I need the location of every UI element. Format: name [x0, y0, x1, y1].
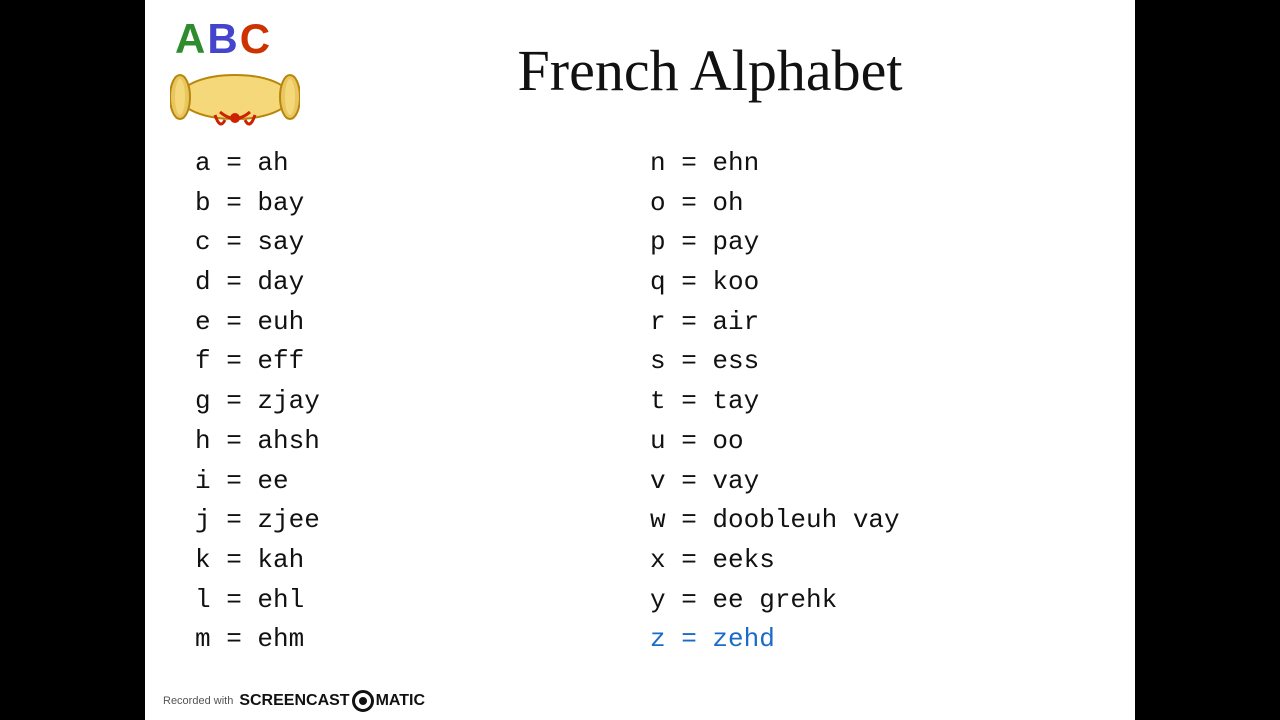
letter-a: A	[175, 15, 205, 63]
left-alpha-row: l = ehl	[195, 582, 650, 620]
left-alpha-row: j = zjee	[195, 502, 650, 540]
left-alpha-row: h = ahsh	[195, 423, 650, 461]
abc-letters: A B C	[175, 15, 270, 63]
right-alpha-row: z = zehd	[650, 621, 1105, 659]
left-column: a = ahb = bayc = sayd = daye = euhf = ef…	[195, 145, 650, 659]
circle-inner	[359, 697, 367, 705]
right-alpha-row: y = ee grehk	[650, 582, 1105, 620]
footer: Recorded with SCREENCAST MATIC	[163, 690, 425, 712]
left-alpha-row: e = euh	[195, 304, 650, 342]
left-alpha-row: f = eff	[195, 343, 650, 381]
left-alpha-row: d = day	[195, 264, 650, 302]
brand-suffix: MATIC	[376, 692, 425, 710]
left-alpha-row: g = zjay	[195, 383, 650, 421]
logo-area: A B C	[165, 10, 315, 140]
left-alpha-row: m = ehm	[195, 621, 650, 659]
left-alpha-row: k = kah	[195, 542, 650, 580]
left-alpha-row: b = bay	[195, 185, 650, 223]
content-area: a = ahb = bayc = sayd = daye = euhf = ef…	[145, 145, 1135, 659]
right-alpha-row: p = pay	[650, 224, 1105, 262]
right-alpha-row: r = air	[650, 304, 1105, 342]
brand-name: SCREENCAST	[239, 692, 349, 710]
right-alpha-row: w = doobleuh vay	[650, 502, 1105, 540]
right-column: n = ehno = ohp = payq = koor = airs = es…	[650, 145, 1105, 659]
left-alpha-row: i = ee	[195, 463, 650, 501]
left-alpha-row: a = ah	[195, 145, 650, 183]
right-alpha-row: o = oh	[650, 185, 1105, 223]
right-alpha-row: x = eeks	[650, 542, 1105, 580]
right-alpha-row: v = vay	[650, 463, 1105, 501]
circle-icon	[352, 690, 374, 712]
screencast-logo: SCREENCAST MATIC	[239, 690, 425, 712]
letter-c: C	[240, 15, 270, 63]
page-title: French Alphabet	[315, 37, 1105, 114]
recorded-with-label: Recorded with	[163, 695, 233, 707]
right-alpha-row: u = oo	[650, 423, 1105, 461]
header: A B C French Alphabet	[145, 0, 1135, 145]
slide: A B C French Alphabet	[145, 0, 1135, 720]
right-alpha-row: t = tay	[650, 383, 1105, 421]
right-alpha-row: q = koo	[650, 264, 1105, 302]
letter-b: B	[207, 15, 237, 63]
right-alpha-row: n = ehn	[650, 145, 1105, 183]
left-alpha-row: c = say	[195, 224, 650, 262]
right-alpha-row: s = ess	[650, 343, 1105, 381]
scroll-icon	[170, 60, 300, 135]
